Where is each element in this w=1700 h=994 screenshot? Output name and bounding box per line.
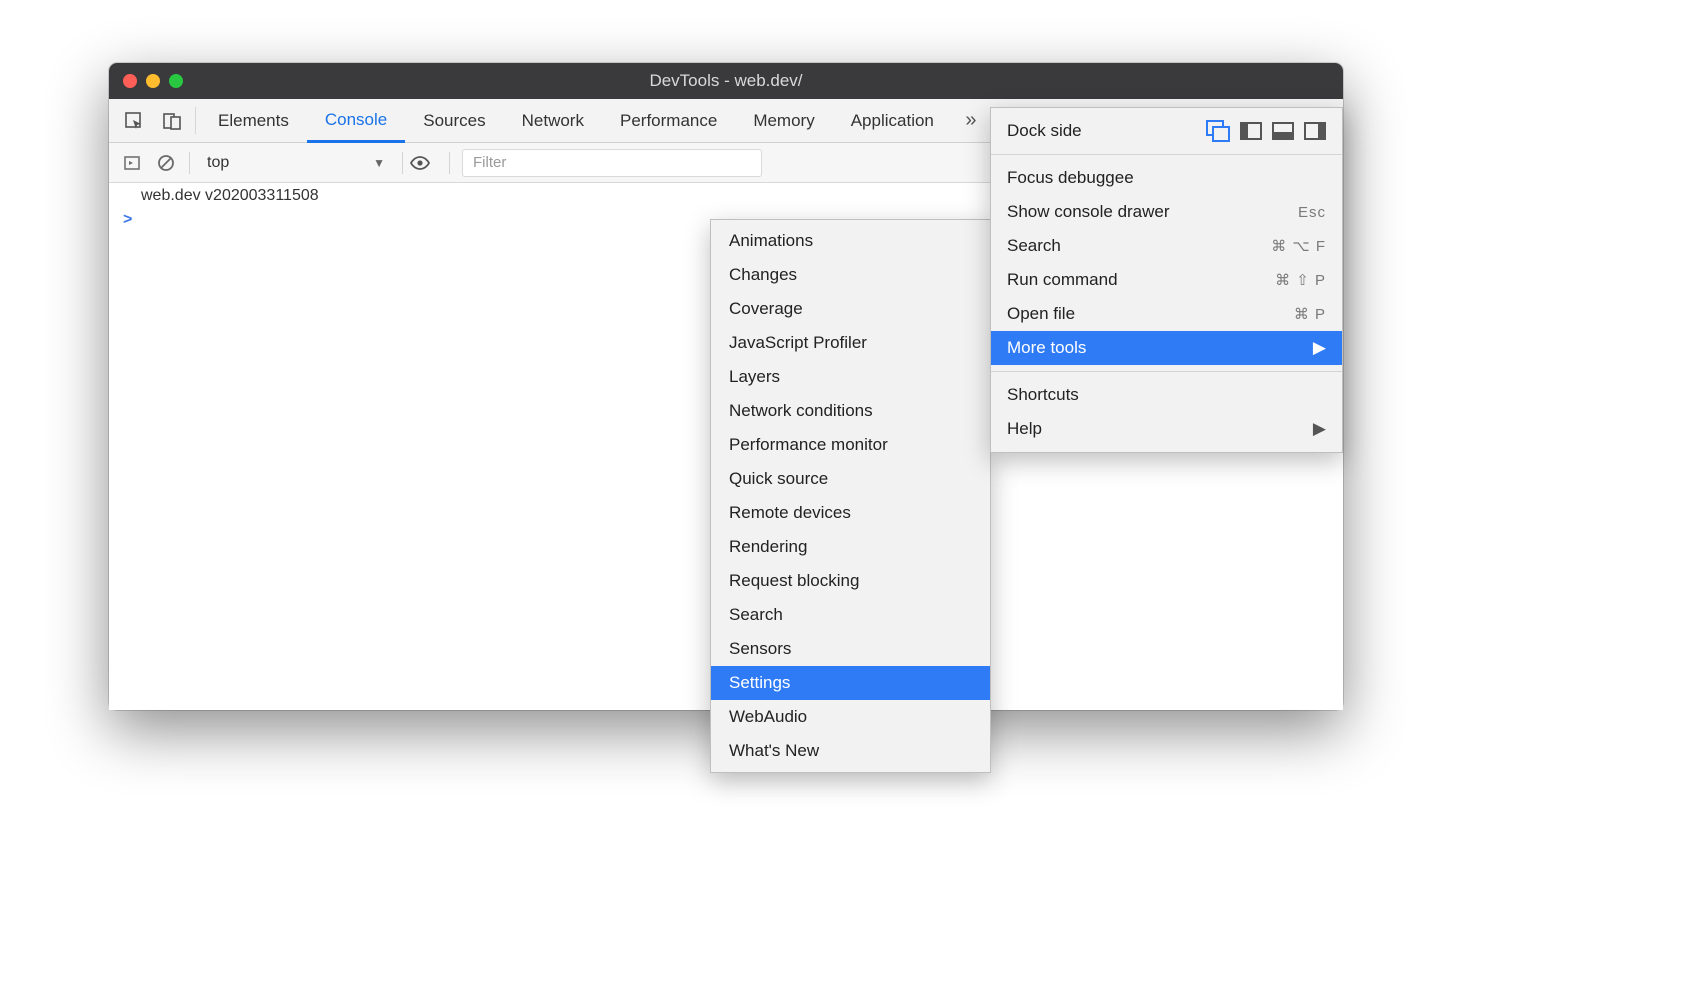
- menu-item-label: More tools: [1007, 338, 1086, 358]
- console-sidebar-toggle-icon[interactable]: [115, 154, 149, 172]
- tab-console[interactable]: Console: [307, 99, 405, 143]
- menu-item-more-tools[interactable]: More tools ▶: [991, 331, 1342, 365]
- tab-elements[interactable]: Elements: [200, 99, 307, 142]
- dock-undock-icon[interactable]: [1208, 122, 1230, 140]
- menu-item-label: Search: [1007, 236, 1061, 256]
- close-window-button[interactable]: [123, 74, 137, 88]
- submenu-item-coverage[interactable]: Coverage: [711, 292, 990, 326]
- menu-item-focus-debuggee[interactable]: Focus debuggee: [991, 161, 1342, 195]
- clear-console-icon[interactable]: [149, 154, 183, 172]
- device-toolbar-icon[interactable]: [153, 99, 191, 142]
- menu-item-label: Shortcuts: [1007, 385, 1079, 405]
- dock-side-label: Dock side: [1007, 121, 1082, 141]
- submenu-item-animations[interactable]: Animations: [711, 224, 990, 258]
- dock-left-icon[interactable]: [1240, 122, 1262, 140]
- context-label: top: [207, 154, 229, 172]
- submenu-item-changes[interactable]: Changes: [711, 258, 990, 292]
- menu-item-help[interactable]: Help ▶: [991, 412, 1342, 446]
- submenu-item-quick-source[interactable]: Quick source: [711, 462, 990, 496]
- submenu-item-request-blocking[interactable]: Request blocking: [711, 564, 990, 598]
- tab-memory[interactable]: Memory: [735, 99, 832, 142]
- submenu-item-remote-devices[interactable]: Remote devices: [711, 496, 990, 530]
- menu-item-label: Help: [1007, 419, 1042, 439]
- separator: [195, 107, 196, 134]
- menu-item-shortcuts[interactable]: Shortcuts: [991, 378, 1342, 412]
- submenu-item-performance-monitor[interactable]: Performance monitor: [711, 428, 990, 462]
- menu-item-show-console-drawer[interactable]: Show console drawer Esc: [991, 195, 1342, 229]
- submenu-item-javascript-profiler[interactable]: JavaScript Profiler: [711, 326, 990, 360]
- submenu-arrow-icon: ▶: [1313, 338, 1326, 358]
- menu-item-label: Run command: [1007, 270, 1118, 290]
- submenu-arrow-icon: ▶: [1313, 419, 1326, 439]
- dock-right-icon[interactable]: [1304, 122, 1326, 140]
- tab-performance[interactable]: Performance: [602, 99, 735, 142]
- dock-bottom-icon[interactable]: [1272, 122, 1294, 140]
- tab-sources[interactable]: Sources: [405, 99, 503, 142]
- dock-side-options: [1208, 122, 1326, 140]
- inspect-element-icon[interactable]: [115, 99, 153, 142]
- submenu-item-what-s-new[interactable]: What's New: [711, 734, 990, 768]
- chevron-down-icon: ▼: [373, 156, 385, 170]
- zoom-window-button[interactable]: [169, 74, 183, 88]
- menu-item-shortcut: Esc: [1298, 204, 1326, 221]
- dock-side-row: Dock side: [991, 108, 1342, 154]
- tab-network[interactable]: Network: [504, 99, 602, 142]
- live-expression-eye-icon[interactable]: [409, 155, 443, 171]
- menu-item-shortcut: ⌘ P: [1294, 305, 1326, 323]
- separator: [402, 152, 403, 174]
- menu-item-shortcut: ⌘ ⇧ P: [1275, 271, 1326, 289]
- submenu-item-rendering[interactable]: Rendering: [711, 530, 990, 564]
- minimize-window-button[interactable]: [146, 74, 160, 88]
- traffic-lights: [123, 74, 183, 88]
- filter-input[interactable]: [462, 149, 762, 177]
- devtools-window: DevTools - web.dev/ ElementsConsoleSourc…: [109, 63, 1343, 710]
- menu-item-run-command[interactable]: Run command ⌘ ⇧ P: [991, 263, 1342, 297]
- menu-item-search[interactable]: Search ⌘ ⌥ F: [991, 229, 1342, 263]
- menu-item-label: Show console drawer: [1007, 202, 1170, 222]
- submenu-item-sensors[interactable]: Sensors: [711, 632, 990, 666]
- menu-item-label: Focus debuggee: [1007, 168, 1134, 188]
- execution-context-select[interactable]: top ▼: [196, 149, 396, 177]
- window-title: DevTools - web.dev/: [109, 71, 1343, 91]
- submenu-item-webaudio[interactable]: WebAudio: [711, 700, 990, 734]
- separator: [189, 152, 190, 174]
- main-menu: Dock side Focus debuggee Show console dra…: [990, 107, 1343, 453]
- submenu-item-layers[interactable]: Layers: [711, 360, 990, 394]
- separator: [449, 152, 450, 174]
- submenu-item-settings[interactable]: Settings: [711, 666, 990, 700]
- titlebar: DevTools - web.dev/: [109, 63, 1343, 99]
- submenu-item-search[interactable]: Search: [711, 598, 990, 632]
- more-tools-submenu: AnimationsChangesCoverageJavaScript Prof…: [710, 219, 991, 773]
- more-tabs-chevron-icon[interactable]: »: [952, 99, 990, 142]
- menu-item-label: Open file: [1007, 304, 1075, 324]
- menu-item-open-file[interactable]: Open file ⌘ P: [991, 297, 1342, 331]
- submenu-item-network-conditions[interactable]: Network conditions: [711, 394, 990, 428]
- tab-application[interactable]: Application: [833, 99, 952, 142]
- menu-item-shortcut: ⌘ ⌥ F: [1271, 237, 1326, 255]
